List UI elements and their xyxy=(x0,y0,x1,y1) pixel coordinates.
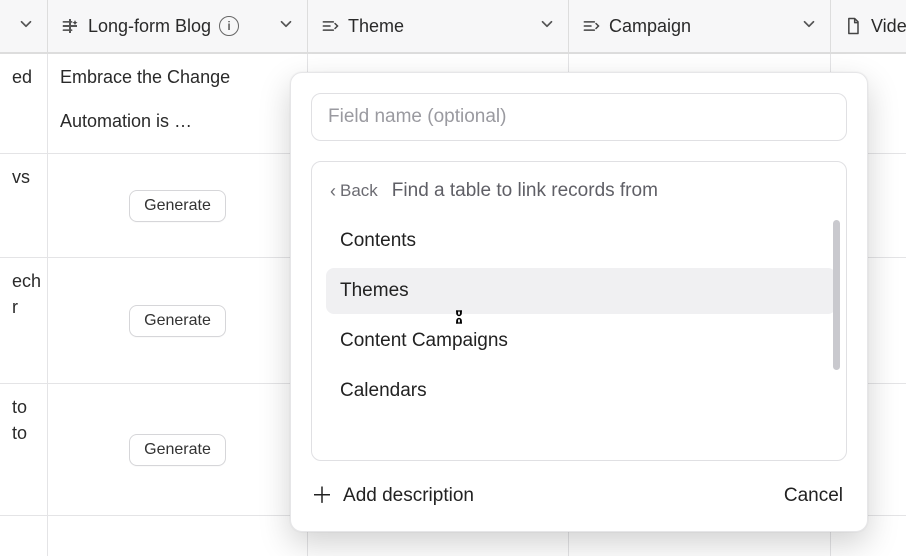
column-header-campaign[interactable]: Campaign xyxy=(569,0,831,52)
info-icon[interactable]: i xyxy=(219,16,239,36)
row-fragment: ech r xyxy=(0,258,48,383)
chevron-left-icon: ‹ xyxy=(330,182,336,200)
chevron-down-icon xyxy=(17,15,35,38)
table-option[interactable]: Calendars xyxy=(326,368,836,414)
table-option[interactable]: Contents xyxy=(326,218,836,264)
picker-prompt: Find a table to link records from xyxy=(392,180,658,202)
field-config-popover: ‹ Back Find a table to link records from… xyxy=(290,72,868,532)
add-description-label: Add description xyxy=(343,485,474,507)
plus-icon: ＋ xyxy=(311,485,333,507)
sparkle-icon xyxy=(60,16,80,36)
blog-cell[interactable]: Embrace the Change Automation is … xyxy=(48,54,308,153)
table-option[interactable]: Content Campaigns xyxy=(326,318,836,364)
field-name-input[interactable] xyxy=(311,93,847,141)
generate-button[interactable]: Generate xyxy=(129,190,226,222)
column-label: Long-form Blog xyxy=(88,16,211,37)
table-option[interactable]: Themes xyxy=(326,268,836,314)
blog-cell[interactable]: Generate xyxy=(48,154,308,257)
column-header-video[interactable]: Vide xyxy=(831,0,906,52)
popover-footer: ＋ Add description Cancel xyxy=(311,461,847,513)
link-icon xyxy=(581,16,601,36)
chevron-down-icon[interactable] xyxy=(800,15,818,38)
page-icon xyxy=(843,16,863,36)
table-options-list: Contents Themes Content Campaigns Calend… xyxy=(326,214,836,450)
column-label: Vide xyxy=(871,16,906,37)
add-description-button[interactable]: ＋ Add description xyxy=(311,485,474,507)
blog-text-line: Embrace the Change xyxy=(60,64,295,90)
cancel-button[interactable]: Cancel xyxy=(780,479,847,513)
scrollbar-thumb[interactable] xyxy=(833,220,840,370)
row-fragment: to to xyxy=(0,384,48,515)
list-header: ‹ Back Find a table to link records from xyxy=(326,176,836,214)
column-label: Theme xyxy=(348,16,404,37)
link-icon xyxy=(320,16,340,36)
chevron-down-icon[interactable] xyxy=(538,15,556,38)
back-button[interactable]: ‹ Back xyxy=(330,181,378,201)
blog-text-line: Automation is … xyxy=(60,108,295,134)
column-header-blog[interactable]: Long-form Blog i xyxy=(48,0,308,52)
row-fragment: ed xyxy=(0,54,48,153)
column-header-row: Long-form Blog i Theme Campaign Vide xyxy=(0,0,906,54)
column-label: Campaign xyxy=(609,16,691,37)
blog-cell[interactable]: Generate xyxy=(48,384,308,515)
row-fragment: vs xyxy=(0,154,48,257)
blog-cell[interactable] xyxy=(48,516,308,556)
blog-cell[interactable]: Generate xyxy=(48,258,308,383)
back-label: Back xyxy=(340,181,378,201)
column-header-theme[interactable]: Theme xyxy=(308,0,569,52)
row-fragment xyxy=(0,516,48,556)
table-picker-panel: ‹ Back Find a table to link records from… xyxy=(311,161,847,461)
generate-button[interactable]: Generate xyxy=(129,434,226,466)
generate-button[interactable]: Generate xyxy=(129,305,226,337)
chevron-down-icon[interactable] xyxy=(277,15,295,38)
row-options-header[interactable] xyxy=(0,0,48,52)
